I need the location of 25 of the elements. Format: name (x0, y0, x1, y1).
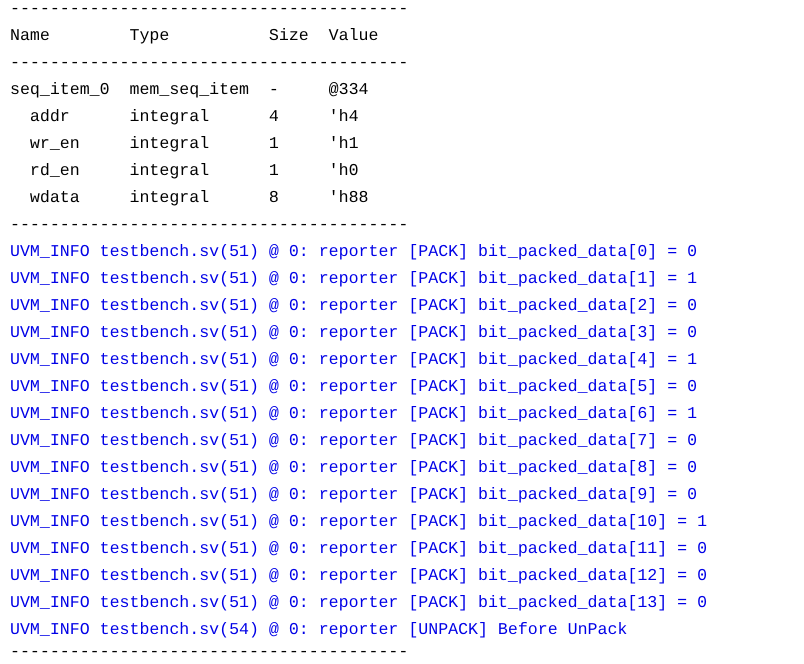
log-line: UVM_INFO testbench.sv(51) @ 0: reporter [PACK] bit_packed_data[3] = 0 (10, 322, 698, 344)
log-line: UVM_INFO testbench.sv(51) @ 0: reporter [PACK] bit_packed_data[10] = 1 (10, 511, 708, 533)
log-line: UVM_INFO testbench.sv(51) @ 0: reporter [PACK] bit_packed_data[4] = 1 (10, 349, 698, 371)
log-line: UVM_INFO testbench.sv(51) @ 0: reporter [PACK] bit_packed_data[5] = 0 (10, 376, 698, 398)
log-line: UVM_INFO testbench.sv(51) @ 0: reporter [PACK] bit_packed_data[0] = 0 (10, 241, 698, 263)
log-line: UVM_INFO testbench.sv(54) @ 0: reporter [UNPACK] Before UnPack (10, 619, 628, 641)
log-line: UVM_INFO testbench.sv(51) @ 0: reporter [PACK] bit_packed_data[12] = 0 (10, 565, 708, 587)
table-row-text: wr_en integral 1 'h1 (28, 133, 359, 155)
separator-line: ---------------------------------------- (10, 52, 408, 74)
separator-line: ---------------------------------------- (10, 0, 408, 20)
log-line: UVM_INFO testbench.sv(51) @ 0: reporter [PACK] bit_packed_data[1] = 1 (10, 268, 698, 290)
log-line: UVM_INFO testbench.sv(51) @ 0: reporter [PACK] bit_packed_data[9] = 0 (10, 484, 698, 506)
log-line: UVM_INFO testbench.sv(51) @ 0: reporter [PACK] bit_packed_data[6] = 1 (10, 403, 698, 425)
separator-line: ---------------------------------------- (10, 214, 408, 236)
table-row-text: addr integral 4 'h4 (28, 106, 359, 128)
log-line: UVM_INFO testbench.sv(51) @ 0: reporter [PACK] bit_packed_data[11] = 0 (10, 538, 708, 560)
table-row-text: wdata integral 8 'h88 (28, 187, 368, 209)
table-row-text: rd_en integral 1 'h0 (28, 160, 359, 182)
log-line: UVM_INFO testbench.sv(51) @ 0: reporter [PACK] bit_packed_data[8] = 0 (10, 457, 698, 479)
log-line: UVM_INFO testbench.sv(51) @ 0: reporter [PACK] bit_packed_data[2] = 0 (10, 295, 698, 317)
table-row-text: seq_item_0 mem_seq_item - @334 (10, 79, 368, 101)
log-line: UVM_INFO testbench.sv(51) @ 0: reporter [PACK] bit_packed_data[13] = 0 (10, 592, 708, 614)
table-header: Name Type Size Value (10, 25, 378, 47)
separator-line: ---------------------------------------- (10, 643, 408, 661)
log-line: UVM_INFO testbench.sv(51) @ 0: reporter [PACK] bit_packed_data[7] = 0 (10, 430, 698, 452)
